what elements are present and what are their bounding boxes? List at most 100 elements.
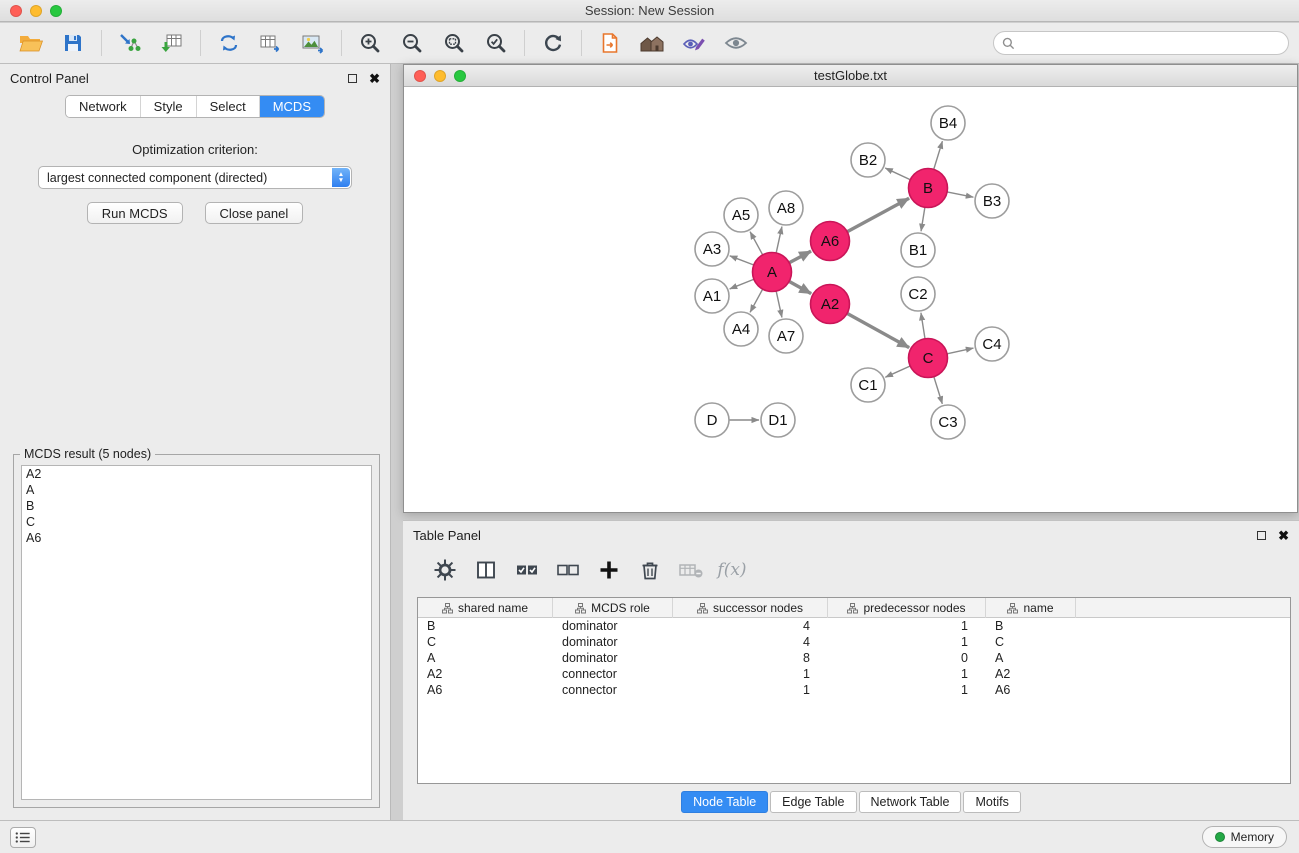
edge-B-B2[interactable]: [885, 168, 910, 180]
node-C2[interactable]: C2: [901, 277, 935, 311]
table-row[interactable]: Bdominator41B: [418, 618, 1290, 634]
deselect-all-button[interactable]: [552, 555, 584, 585]
float-table-panel-icon[interactable]: [1257, 531, 1266, 540]
edge-A6-B[interactable]: [847, 198, 909, 231]
node-C4[interactable]: C4: [975, 327, 1009, 361]
result-item[interactable]: B: [22, 498, 371, 514]
node-A[interactable]: A: [753, 253, 792, 292]
edge-B-B4[interactable]: [934, 141, 943, 169]
column-header[interactable]: MCDS role: [553, 598, 673, 618]
edge-B-B3[interactable]: [947, 192, 973, 197]
tab-network[interactable]: Network: [66, 96, 141, 117]
import-table-button[interactable]: [151, 26, 193, 60]
float-panel-icon[interactable]: [348, 74, 357, 83]
show-view-button[interactable]: [715, 26, 757, 60]
table-row[interactable]: Adominator80A: [418, 650, 1290, 666]
edge-A-A6[interactable]: [789, 251, 811, 263]
close-panel-button[interactable]: Close panel: [205, 202, 304, 224]
node-A5[interactable]: A5: [724, 198, 758, 232]
toolbar-search-field[interactable]: [993, 31, 1289, 55]
zoom-fit-button[interactable]: [433, 26, 475, 60]
node-A4[interactable]: A4: [724, 312, 758, 346]
result-item[interactable]: A6: [22, 530, 371, 546]
network-zoom-button[interactable]: [454, 70, 466, 82]
tab-select[interactable]: Select: [197, 96, 260, 117]
new-network-button[interactable]: [208, 26, 250, 60]
import-network-button[interactable]: [109, 26, 151, 60]
tab-motifs[interactable]: Motifs: [963, 791, 1020, 813]
node-A1[interactable]: A1: [695, 279, 729, 313]
network-canvas[interactable]: B4B2BB3A5A8A6A3B1AA1C2A2A4A7C4CC1DD1C3: [404, 88, 1297, 512]
node-D[interactable]: D: [695, 403, 729, 437]
column-header[interactable]: predecessor nodes: [828, 598, 986, 618]
network-close-button[interactable]: [414, 70, 426, 82]
node-A6[interactable]: A6: [811, 222, 850, 261]
edge-C-C1[interactable]: [885, 366, 910, 377]
search-input[interactable]: [1020, 36, 1280, 50]
node-B3[interactable]: B3: [975, 184, 1009, 218]
function-builder-button[interactable]: f(x): [716, 555, 748, 585]
node-B[interactable]: B: [909, 169, 948, 208]
edge-A2-C[interactable]: [847, 313, 909, 347]
tab-style[interactable]: Style: [141, 96, 197, 117]
open-session-button[interactable]: [10, 26, 52, 60]
table-settings-button[interactable]: [429, 555, 461, 585]
edge-A-A8[interactable]: [776, 227, 782, 253]
memory-button[interactable]: Memory: [1202, 826, 1287, 848]
ndex-import-button[interactable]: [589, 26, 631, 60]
node-C3[interactable]: C3: [931, 405, 965, 439]
node-table[interactable]: shared nameMCDS rolesuccessor nodesprede…: [417, 597, 1291, 784]
result-item[interactable]: A2: [22, 466, 371, 482]
mcds-result-list[interactable]: A2ABCA6: [21, 465, 372, 800]
edge-C-C2[interactable]: [921, 313, 925, 339]
edge-B-B1[interactable]: [921, 207, 925, 231]
tab-node-table[interactable]: Node Table: [681, 791, 768, 813]
export-image-button[interactable]: [292, 26, 334, 60]
edge-A-A4[interactable]: [750, 289, 763, 312]
result-item[interactable]: C: [22, 514, 371, 530]
delete-column-button[interactable]: [634, 555, 666, 585]
edge-A-A3[interactable]: [730, 256, 754, 265]
column-header[interactable]: shared name: [418, 598, 553, 618]
add-column-button[interactable]: [593, 555, 625, 585]
select-all-button[interactable]: [511, 555, 543, 585]
zoom-in-button[interactable]: [349, 26, 391, 60]
task-history-button[interactable]: [10, 827, 36, 848]
node-A8[interactable]: A8: [769, 191, 803, 225]
table-row[interactable]: A6connector11A6: [418, 682, 1290, 698]
annotations-button[interactable]: [673, 26, 715, 60]
delete-table-button[interactable]: [675, 555, 707, 585]
node-A2[interactable]: A2: [811, 285, 850, 324]
network-window-titlebar[interactable]: testGlobe.txt: [404, 65, 1297, 87]
save-session-button[interactable]: [52, 26, 94, 60]
tab-network-table[interactable]: Network Table: [859, 791, 962, 813]
table-row[interactable]: Cdominator41C: [418, 634, 1290, 650]
export-table-button[interactable]: [250, 26, 292, 60]
edge-A-A5[interactable]: [750, 232, 763, 255]
show-columns-button[interactable]: [470, 555, 502, 585]
column-header[interactable]: successor nodes: [673, 598, 828, 618]
tab-edge-table[interactable]: Edge Table: [770, 791, 856, 813]
zoom-out-button[interactable]: [391, 26, 433, 60]
result-item[interactable]: A: [22, 482, 371, 498]
edge-C-C3[interactable]: [934, 377, 943, 404]
edge-A-A7[interactable]: [776, 291, 782, 317]
minimize-window-button[interactable]: [30, 5, 42, 17]
node-C[interactable]: C: [909, 339, 948, 378]
node-C1[interactable]: C1: [851, 368, 885, 402]
node-B1[interactable]: B1: [901, 233, 935, 267]
node-A7[interactable]: A7: [769, 319, 803, 353]
edge-A-A2[interactable]: [789, 281, 811, 293]
tab-mcds[interactable]: MCDS: [260, 96, 324, 117]
network-minimize-button[interactable]: [434, 70, 446, 82]
home-button[interactable]: [631, 26, 673, 60]
close-window-button[interactable]: [10, 5, 22, 17]
edge-A-A1[interactable]: [730, 279, 754, 289]
table-row[interactable]: A2connector11A2: [418, 666, 1290, 682]
apply-layout-button[interactable]: [532, 26, 574, 60]
zoom-selected-button[interactable]: [475, 26, 517, 60]
node-B4[interactable]: B4: [931, 106, 965, 140]
node-A3[interactable]: A3: [695, 232, 729, 266]
node-D1[interactable]: D1: [761, 403, 795, 437]
close-table-panel-icon[interactable]: ✖: [1278, 529, 1289, 542]
